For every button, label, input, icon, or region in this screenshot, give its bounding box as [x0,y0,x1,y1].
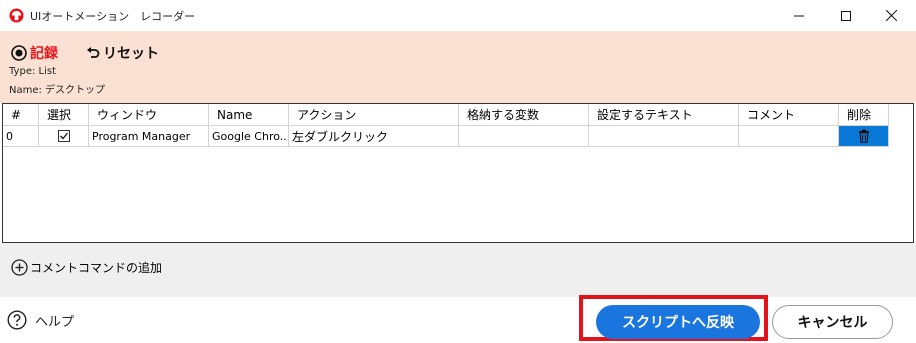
cancel-button[interactable]: キャンセル [772,305,893,339]
help-icon [7,310,27,330]
record-label: 記録 [30,46,58,62]
column-header-select[interactable]: 選択 [39,104,89,126]
apply-to-script-button[interactable]: スクリプトへ反映 [596,305,760,339]
element-name-text: Name: デスクトップ [9,85,106,96]
app-logo-icon [9,8,24,23]
column-header-text[interactable]: 設定するテキスト [589,104,739,126]
add-comment-label: コメントコマンドの追加 [30,261,163,275]
plus-circle-icon [11,259,28,276]
row-delete-button[interactable] [839,126,889,147]
add-comment-button[interactable]: コメントコマンドの追加 [11,259,162,276]
undo-icon [87,47,100,58]
row-window-cell[interactable]: Program Manager [89,126,209,147]
maximize-icon [841,10,851,21]
checkmark-icon [59,132,68,140]
row-index-cell[interactable]: 0 [3,126,39,147]
row-name-cell[interactable]: Google Chro... [209,126,289,147]
title-bar: UIオートメーション レコーダー [0,0,916,31]
column-header-name[interactable]: Name [209,104,289,126]
help-label: ヘルプ [35,314,75,330]
column-header-variable[interactable]: 格納する変数 [459,104,589,126]
reset-label: リセット [103,46,159,62]
column-header-action[interactable]: アクション [289,104,459,126]
column-header-delete[interactable]: 削除 [839,104,889,126]
trash-icon [858,129,869,143]
add-comment-bar: コメントコマンドの追加 [0,243,916,297]
row-action-cell[interactable]: 左ダブルクリック [289,126,459,147]
close-icon [885,10,897,21]
row-comment-cell[interactable] [739,126,839,147]
maximize-button[interactable] [823,0,869,31]
action-grid[interactable]: # 選択 ウィンドウ Name アクション 格納する変数 設定するテキスト コメ… [2,103,914,243]
row-select-cell[interactable] [39,126,89,147]
recorder-header: 記録 リセット Type: List Name: デスクトップ [0,31,916,103]
record-icon [11,45,27,61]
row-variable-cell[interactable] [459,126,589,147]
record-button[interactable]: 記録 [11,43,58,63]
help-button[interactable]: ヘルプ [7,310,74,330]
element-type-text: Type: List [9,66,56,77]
select-checkbox[interactable] [57,130,70,142]
window-title: UIオートメーション レコーダー [30,10,196,23]
column-header-window[interactable]: ウィンドウ [89,104,209,126]
row-text-cell[interactable] [589,126,739,147]
minimize-button[interactable] [776,0,822,31]
reset-button[interactable]: リセット [86,43,159,63]
close-button[interactable] [868,0,914,31]
column-header-index[interactable]: # [3,104,39,126]
column-header-comment[interactable]: コメント [739,104,839,126]
minimize-icon [794,15,804,16]
